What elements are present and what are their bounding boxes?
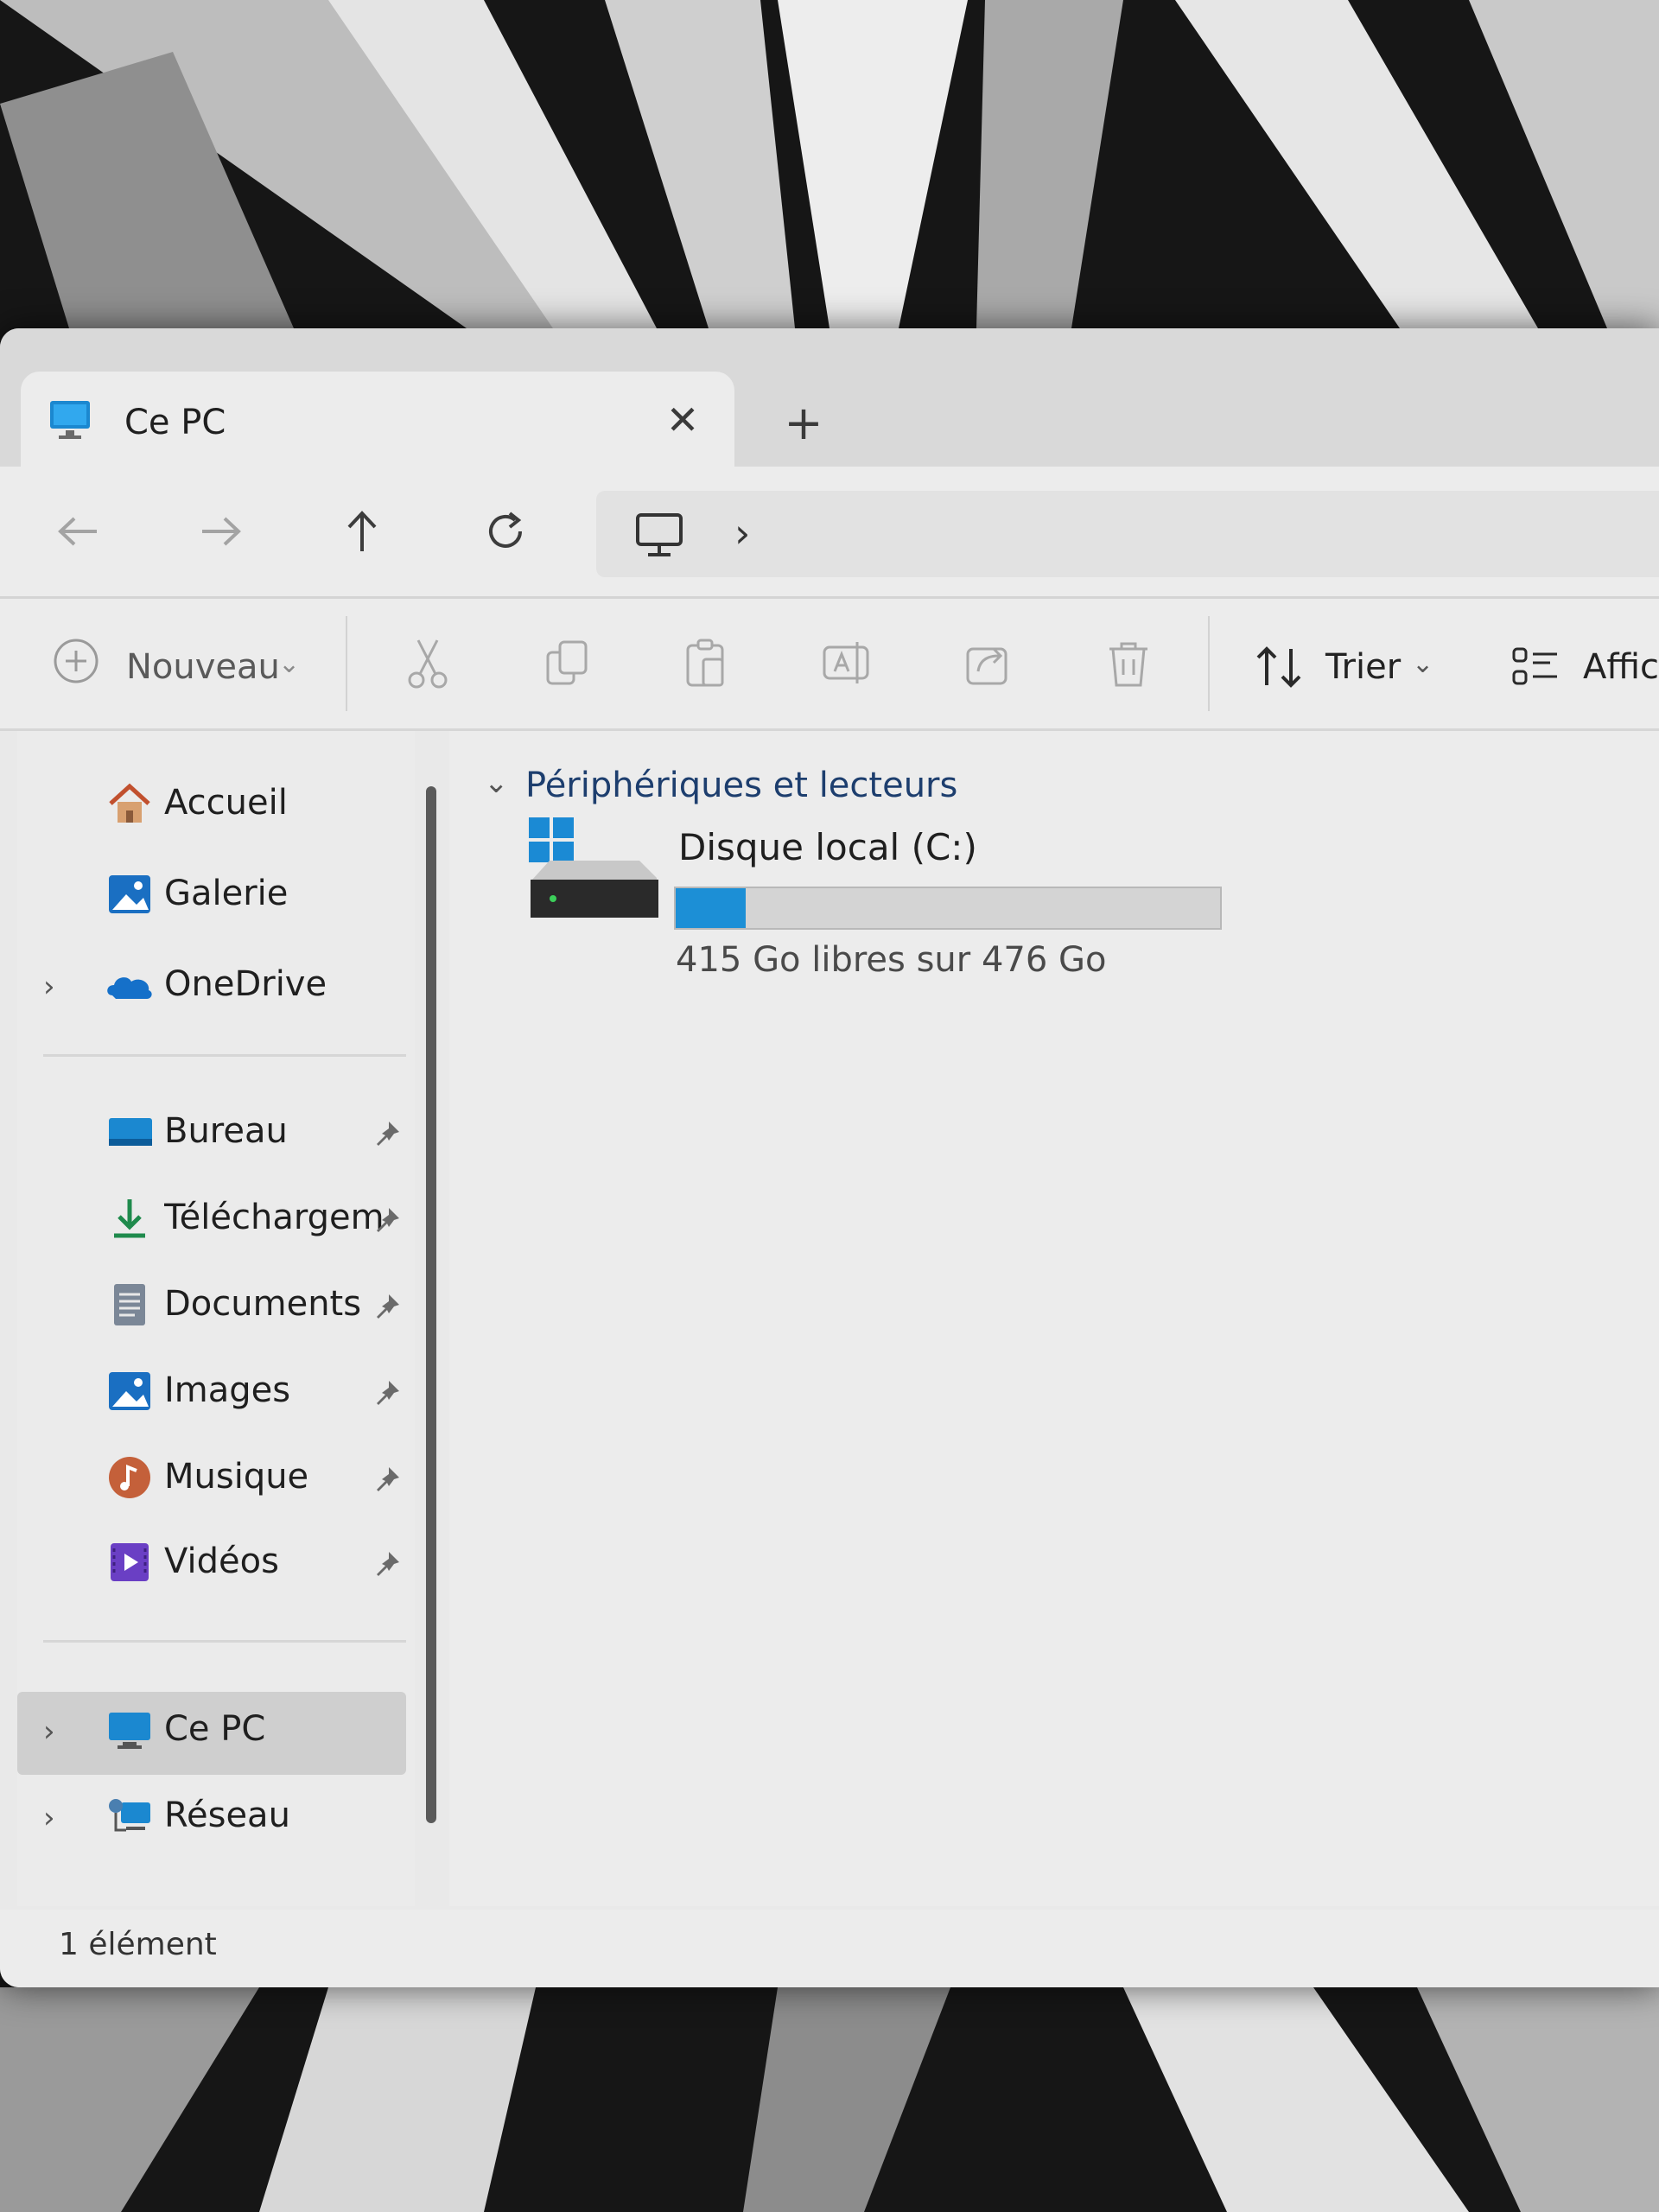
sidebar-item-musique[interactable]: Musique	[17, 1440, 406, 1519]
expand-chevron-icon[interactable]: ›	[43, 969, 55, 1004]
paste-button[interactable]	[677, 633, 738, 702]
sort-label: Trier	[1325, 647, 1402, 687]
monitor-icon	[636, 513, 683, 556]
view-options-icon	[1512, 647, 1557, 685]
new-label: Nouveau	[126, 647, 280, 687]
sidebar-item-videos[interactable]: Vidéos	[17, 1524, 406, 1604]
sidebar-item-telechargements[interactable]: Téléchargem	[17, 1180, 406, 1260]
cut-button[interactable]	[397, 633, 458, 702]
content-pane: ⌄ Périphériques et lecteurs Disque local…	[449, 731, 1659, 1906]
videos-icon	[111, 1543, 149, 1581]
trash-icon	[1109, 642, 1147, 687]
images-icon	[109, 1372, 150, 1410]
view-label: Affic	[1583, 647, 1659, 687]
music-icon	[109, 1457, 150, 1498]
view-button[interactable]: Affic	[1507, 633, 1659, 702]
pin-icon[interactable]	[372, 1118, 403, 1149]
collapse-chevron-icon[interactable]: ⌄	[484, 766, 509, 800]
file-explorer-window: Ce PC ✕ + › Nouveau ⌄ Trier ⌄ Affic Accu…	[0, 328, 1659, 1987]
refresh-icon	[489, 512, 522, 548]
drive-usage-bar	[674, 887, 1222, 930]
gallery-icon	[109, 875, 150, 913]
sidebar-divider	[43, 1054, 406, 1057]
drive-item-c[interactable]: Disque local (C:) 415 Go libres sur 476 …	[527, 817, 1305, 990]
sort-button[interactable]: Trier ⌄	[1251, 633, 1441, 702]
expand-chevron-icon[interactable]: ›	[43, 1714, 55, 1749]
sidebar-item-ce-pc[interactable]: › Ce PC	[17, 1692, 406, 1775]
sidebar-item-accueil[interactable]: Accueil	[17, 766, 406, 845]
drive-name: Disque local (C:)	[678, 826, 977, 868]
sidebar-item-documents[interactable]: Documents	[17, 1267, 406, 1346]
paste-icon	[686, 639, 724, 687]
up-button[interactable]	[332, 501, 392, 562]
scissors-icon	[408, 639, 448, 689]
address-bar[interactable]: ›	[596, 491, 1659, 577]
plus-circle-icon	[54, 639, 99, 683]
arrow-up-icon	[347, 511, 377, 551]
pc-icon	[50, 401, 90, 439]
network-icon	[109, 1799, 150, 1832]
pin-icon[interactable]	[372, 1205, 403, 1236]
sort-icon	[1256, 646, 1301, 688]
tab-bar: Ce PC ✕ +	[0, 328, 1659, 484]
chevron-down-icon: ⌄	[278, 649, 301, 679]
close-tab-button[interactable]: ✕	[657, 394, 709, 446]
group-title: Périphériques et lecteurs	[525, 766, 958, 805]
navigation-bar: ›	[0, 467, 1659, 599]
sidebar-item-onedrive[interactable]: › OneDrive	[17, 947, 406, 1027]
new-tab-button[interactable]: +	[778, 397, 830, 449]
new-button[interactable]: Nouveau ⌄	[52, 633, 311, 702]
onedrive-icon	[107, 977, 152, 999]
expand-chevron-icon[interactable]: ›	[43, 1801, 55, 1835]
status-bar: 1 élément	[0, 1910, 1659, 1987]
forward-button[interactable]	[190, 501, 251, 562]
refresh-button[interactable]	[475, 501, 536, 562]
home-icon	[109, 783, 150, 823]
rename-icon	[823, 642, 869, 683]
documents-icon	[114, 1284, 145, 1325]
command-bar: Nouveau ⌄ Trier ⌄ Affic	[0, 599, 1659, 731]
pc-icon	[109, 1713, 150, 1749]
toolbar-divider	[346, 616, 347, 711]
drive-icon	[529, 817, 658, 918]
sidebar-divider	[43, 1640, 406, 1643]
share-icon	[966, 647, 1007, 685]
drive-free-space: 415 Go libres sur 476 Go	[676, 940, 1107, 980]
sidebar-item-images[interactable]: Images	[17, 1353, 406, 1433]
navigation-pane: Accueil Galerie › OneDrive Bureau Téléch…	[17, 731, 415, 1906]
item-count: 1 élément	[59, 1927, 217, 1962]
chevron-down-icon: ⌄	[1412, 649, 1434, 679]
back-button[interactable]	[48, 501, 109, 562]
breadcrumb-chevron[interactable]: ›	[734, 510, 750, 556]
delete-button[interactable]	[1099, 633, 1160, 702]
copy-icon	[546, 640, 588, 685]
rename-button[interactable]	[817, 633, 878, 702]
sidebar-scrollbar[interactable]	[426, 786, 436, 1823]
pin-icon[interactable]	[372, 1377, 403, 1408]
sidebar-item-reseau[interactable]: › Réseau	[17, 1778, 406, 1858]
desktop-icon	[109, 1118, 152, 1146]
sidebar-item-bureau[interactable]: Bureau	[17, 1094, 406, 1173]
copy-button[interactable]	[537, 633, 598, 702]
sidebar-item-galerie[interactable]: Galerie	[17, 856, 406, 936]
pin-icon[interactable]	[372, 1548, 403, 1580]
pin-icon[interactable]	[372, 1464, 403, 1495]
share-button[interactable]	[959, 633, 1020, 702]
drive-usage-fill	[676, 888, 746, 928]
toolbar-divider	[1208, 616, 1210, 711]
arrow-left-icon	[58, 517, 97, 546]
arrow-right-icon	[202, 517, 241, 546]
download-icon	[114, 1199, 145, 1238]
pin-icon[interactable]	[372, 1291, 403, 1322]
tab-title: Ce PC	[124, 403, 226, 442]
